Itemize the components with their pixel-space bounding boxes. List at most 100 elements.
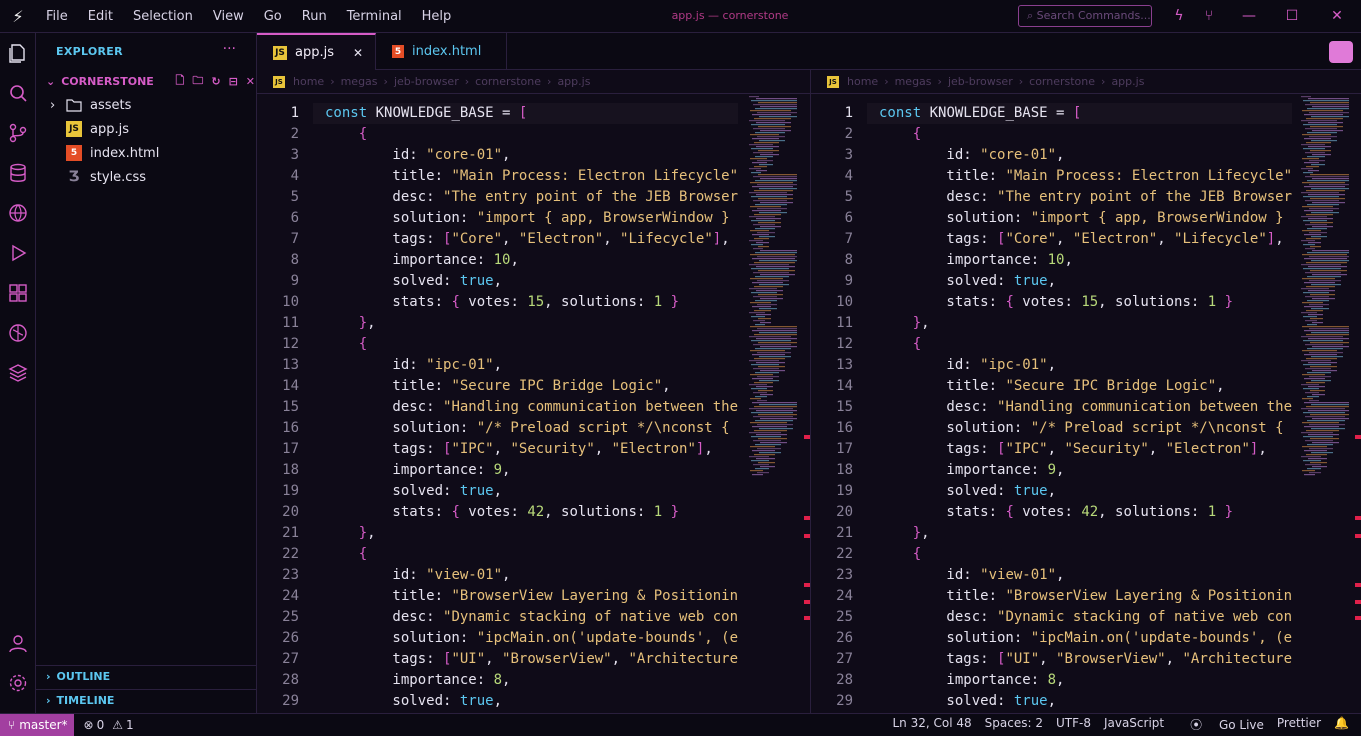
split-layout-icon[interactable] <box>1329 41 1353 63</box>
code-line[interactable]: 7 tags: ["Core", "Electron", "Lifecycle"… <box>257 229 740 250</box>
notifications-bell-icon[interactable]: 🔔 <box>1334 716 1349 733</box>
prettier-button[interactable]: Prettier <box>1277 716 1321 733</box>
code-line[interactable]: 10 stats: { votes: 15, solutions: 1 } <box>811 292 1294 313</box>
brain-icon[interactable] <box>6 321 30 345</box>
code-line[interactable]: 6 solution: "import { app, BrowserWindow… <box>811 208 1294 229</box>
code-line[interactable]: 13 id: "ipc-01", <box>257 355 740 376</box>
editor-pane-left[interactable]: JS home › megas › jeb-browser › cornerstone › app… <box>257 70 811 713</box>
account-icon[interactable] <box>6 631 30 655</box>
menu-go[interactable]: Go <box>254 9 292 24</box>
tree-item-assets[interactable]: › assets <box>36 93 257 117</box>
explorer-icon[interactable] <box>6 41 30 65</box>
breadcrumb-item[interactable]: cornerstone <box>1029 75 1095 88</box>
maximize-icon[interactable]: ☐ <box>1281 6 1303 26</box>
code-line[interactable]: 23 id: "view-01", <box>257 565 740 586</box>
code-line[interactable]: 22 { <box>811 544 1294 565</box>
tree-item-app-js[interactable]: JS app.js <box>36 117 257 141</box>
code-line[interactable]: 18 importance: 9, <box>257 460 740 481</box>
close-tab-icon[interactable]: ✕ <box>353 46 363 60</box>
menu-file[interactable]: File <box>36 9 78 24</box>
code-line[interactable]: 9 solved: true, <box>811 271 1294 292</box>
close-icon[interactable]: ✕ <box>1326 6 1348 26</box>
new-file-icon[interactable]: 🗋 <box>175 72 184 91</box>
code-line[interactable]: 1 const KNOWLEDGE_BASE = [ <box>811 103 1294 124</box>
code-line[interactable]: 17 tags: ["IPC", "Security", "Electron"]… <box>811 439 1294 460</box>
indentation[interactable]: Spaces: 2 <box>985 716 1043 733</box>
code-line[interactable]: 15 desc: "Handling communication between… <box>257 397 740 418</box>
menu-selection[interactable]: Selection <box>123 9 203 24</box>
funnel-icon[interactable]: ⑂ <box>1198 6 1220 26</box>
code-line[interactable]: 21 }, <box>811 523 1294 544</box>
menu-view[interactable]: View <box>203 9 254 24</box>
code-line[interactable]: 27 tags: ["UI", "BrowserView", "Architec… <box>257 649 740 670</box>
code-line[interactable]: 17 tags: ["IPC", "Security", "Electron"]… <box>257 439 740 460</box>
code-line[interactable]: 1 const KNOWLEDGE_BASE = [ <box>257 103 740 124</box>
code-line[interactable]: 16 solution: "/* Preload script */\ncons… <box>257 418 740 439</box>
minimize-icon[interactable]: — <box>1238 6 1260 26</box>
code-line[interactable]: 23 id: "view-01", <box>811 565 1294 586</box>
breadcrumb-item[interactable]: app.js <box>1111 75 1144 88</box>
tree-item-style-css[interactable]: Ʒ style.css <box>36 165 257 189</box>
warnings-icon[interactable]: ⚠ <box>112 718 123 732</box>
warning-count[interactable]: 1 <box>126 718 134 732</box>
breadcrumb-item[interactable]: cornerstone <box>475 75 541 88</box>
code-line[interactable]: 26 solution: "ipcMain.on('update-bounds'… <box>257 628 740 649</box>
encoding[interactable]: UTF-8 <box>1056 716 1091 733</box>
code-line[interactable]: 27 tags: ["UI", "BrowserView", "Architec… <box>811 649 1294 670</box>
breadcrumb-item[interactable]: jeb-browser <box>394 75 459 88</box>
code-line[interactable]: 19 solved: true, <box>811 481 1294 502</box>
more-actions-icon[interactable]: ··· <box>223 41 236 57</box>
errors-icon[interactable]: ⊗ <box>84 718 94 732</box>
code-line[interactable]: 13 id: "ipc-01", <box>811 355 1294 376</box>
tab-app-js[interactable]: JS app.js ✕ <box>257 33 376 70</box>
code-line[interactable]: 6 solution: "import { app, BrowserWindow… <box>257 208 740 229</box>
breadcrumb-item[interactable]: home <box>293 75 324 88</box>
code-line[interactable]: 14 title: "Secure IPC Bridge Logic", <box>257 376 740 397</box>
code-line[interactable]: 28 importance: 8, <box>811 670 1294 691</box>
settings-gear-icon[interactable] <box>6 671 30 695</box>
code-line[interactable]: 9 solved: true, <box>257 271 740 292</box>
breadcrumb-item[interactable]: app.js <box>557 75 590 88</box>
code-line[interactable]: 12 { <box>257 334 740 355</box>
code-line[interactable]: 3 id: "core-01", <box>811 145 1294 166</box>
extensions-icon[interactable] <box>6 281 30 305</box>
code-line[interactable]: 19 solved: true, <box>257 481 740 502</box>
code-line[interactable]: 2 { <box>257 124 740 145</box>
code-line[interactable]: 12 { <box>811 334 1294 355</box>
code-line[interactable]: 24 title: "BrowserView Layering & Positi… <box>257 586 740 607</box>
code-line[interactable]: 25 desc: "Dynamic stacking of native web… <box>811 607 1294 628</box>
code-line[interactable]: 8 importance: 10, <box>811 250 1294 271</box>
globe-icon[interactable] <box>6 201 30 225</box>
git-branch[interactable]: ⑂ master* <box>0 713 74 736</box>
code-line[interactable]: 28 importance: 8, <box>257 670 740 691</box>
source-control-icon[interactable] <box>6 121 30 145</box>
code-line[interactable]: 21 }, <box>257 523 740 544</box>
outline-section[interactable]: › OUTLINE <box>36 665 257 687</box>
code-line[interactable]: 14 title: "Secure IPC Bridge Logic", <box>811 376 1294 397</box>
workspace-section[interactable]: ⌄ CORNERSTONE 🗋 🗀 ↻ ⊟ ✕ <box>36 70 257 92</box>
run-debug-icon[interactable] <box>6 241 30 265</box>
cursor-position[interactable]: Ln 32, Col 48 <box>893 716 972 733</box>
menu-help[interactable]: Help <box>412 9 462 24</box>
breadcrumb-item[interactable]: home <box>847 75 878 88</box>
tab-index-html[interactable]: 5 index.html <box>376 33 507 70</box>
lightning-icon[interactable]: ϟ <box>1168 6 1190 26</box>
database-icon[interactable] <box>6 161 30 185</box>
search-icon[interactable] <box>6 81 30 105</box>
code-line[interactable]: 4 title: "Main Process: Electron Lifecyc… <box>811 166 1294 187</box>
breadcrumb-item[interactable]: megas <box>341 75 378 88</box>
menu-run[interactable]: Run <box>292 9 337 24</box>
menu-edit[interactable]: Edit <box>78 9 123 24</box>
tree-item-index-html[interactable]: 5 index.html <box>36 141 257 165</box>
code-line[interactable]: 11 }, <box>257 313 740 334</box>
close-icon[interactable]: ✕ <box>246 75 255 88</box>
refresh-icon[interactable]: ↻ <box>211 75 220 88</box>
code-line[interactable]: 7 tags: ["Core", "Electron", "Lifecycle"… <box>811 229 1294 250</box>
search-commands-input[interactable]: ⌕ Search Commands... <box>1018 5 1152 27</box>
code-line[interactable]: 22 { <box>257 544 740 565</box>
new-folder-icon[interactable]: 🗀 <box>192 72 203 91</box>
language-mode[interactable]: JavaScript <box>1104 716 1164 733</box>
code-line[interactable]: 8 importance: 10, <box>257 250 740 271</box>
code-line[interactable]: 26 solution: "ipcMain.on('update-bounds'… <box>811 628 1294 649</box>
code-line[interactable]: 25 desc: "Dynamic stacking of native web… <box>257 607 740 628</box>
